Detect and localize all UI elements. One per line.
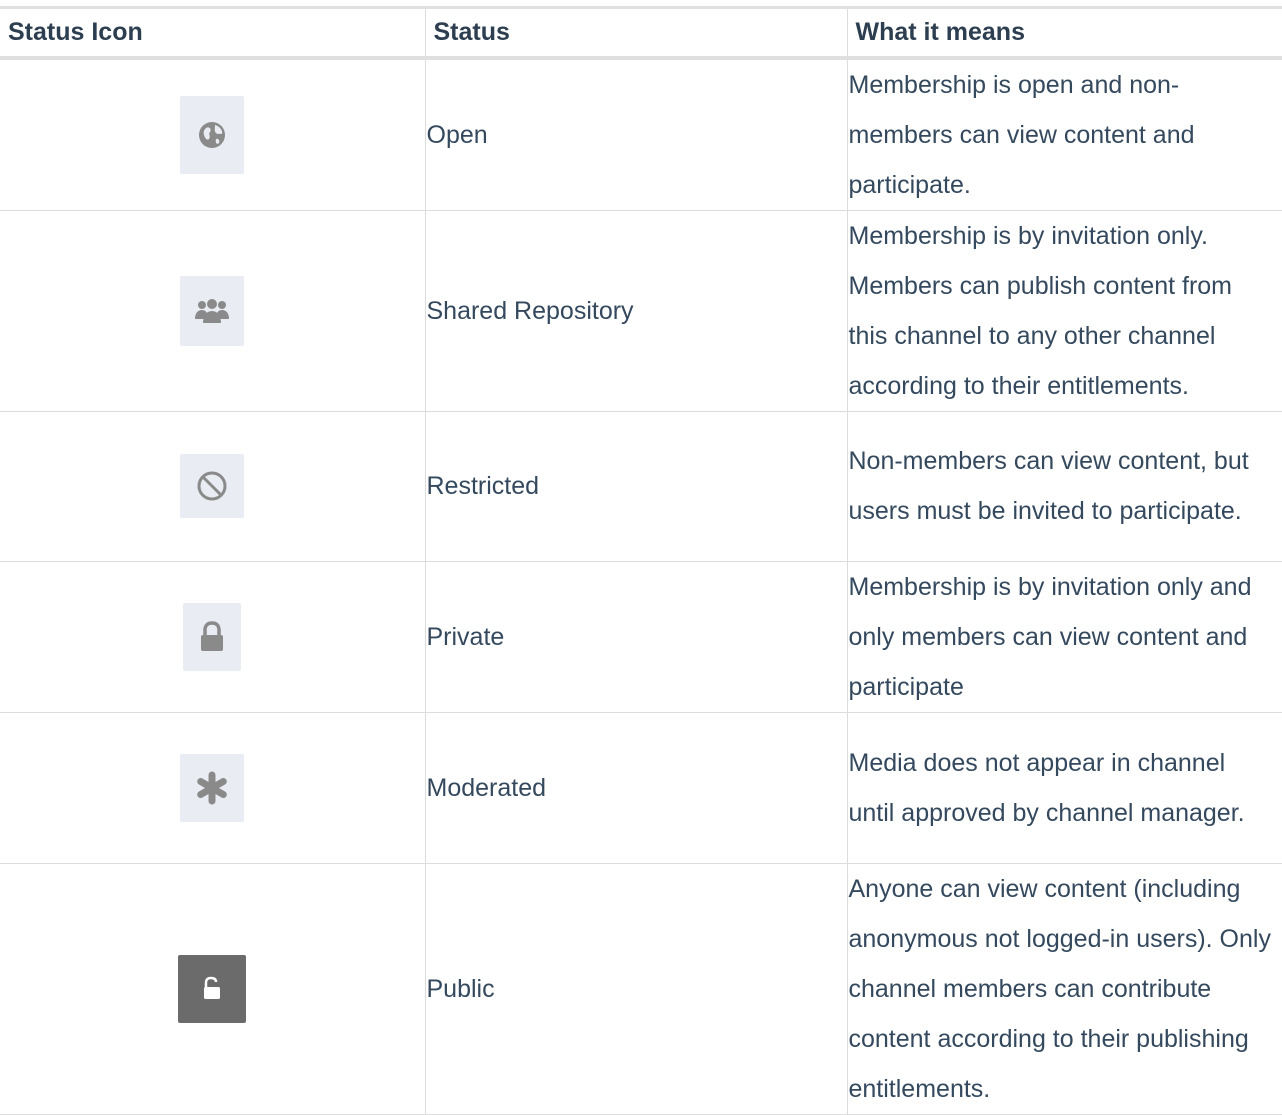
globe-icon bbox=[180, 95, 245, 174]
table-row: Open Membership is open and non-members … bbox=[0, 57, 1282, 211]
ban-icon bbox=[180, 454, 245, 518]
asterisk-icon bbox=[180, 753, 245, 822]
status-cell: Open bbox=[424, 57, 847, 211]
status-table: Status Icon Status What it means Open Me… bbox=[0, 6, 1282, 1115]
table-row: Restricted Non-members can view content,… bbox=[0, 411, 1282, 562]
icon-cell bbox=[0, 561, 425, 713]
meaning-cell: Non-members can view content, but users … bbox=[846, 411, 1282, 562]
icon-cell bbox=[0, 411, 425, 562]
header-status: Status bbox=[424, 6, 847, 60]
meaning-cell: Media does not appear in channel until a… bbox=[846, 712, 1282, 864]
status-cell: Shared Repository bbox=[424, 210, 847, 412]
status-cell: Moderated bbox=[424, 712, 847, 864]
meaning-cell: Membership is by invitation only and onl… bbox=[846, 561, 1282, 713]
meaning-cell: Membership is by invitation only. Member… bbox=[846, 210, 1282, 412]
meaning-cell: Membership is open and non-members can v… bbox=[846, 57, 1282, 211]
header-status-icon: Status Icon bbox=[0, 6, 425, 60]
meaning-cell: Anyone can view content (including anony… bbox=[846, 863, 1282, 1115]
header-row: Status Icon Status What it means bbox=[0, 6, 1282, 60]
header-meaning: What it means bbox=[846, 6, 1282, 60]
table-row: Private Membership is by invitation only… bbox=[0, 561, 1282, 713]
icon-cell bbox=[0, 210, 425, 412]
icon-cell bbox=[0, 712, 425, 864]
icon-cell bbox=[0, 863, 425, 1115]
table-row: Moderated Media does not appear in chann… bbox=[0, 712, 1282, 864]
table-row: Shared Repository Membership is by invit… bbox=[0, 210, 1282, 412]
icon-cell bbox=[0, 57, 425, 211]
group-icon bbox=[180, 275, 245, 346]
lock-icon bbox=[183, 602, 242, 671]
status-cell: Public bbox=[424, 863, 847, 1115]
status-cell: Private bbox=[424, 561, 847, 713]
status-cell: Restricted bbox=[424, 411, 847, 562]
table-row: Public Anyone can view content (includin… bbox=[0, 863, 1282, 1115]
unlock-icon bbox=[178, 954, 247, 1023]
